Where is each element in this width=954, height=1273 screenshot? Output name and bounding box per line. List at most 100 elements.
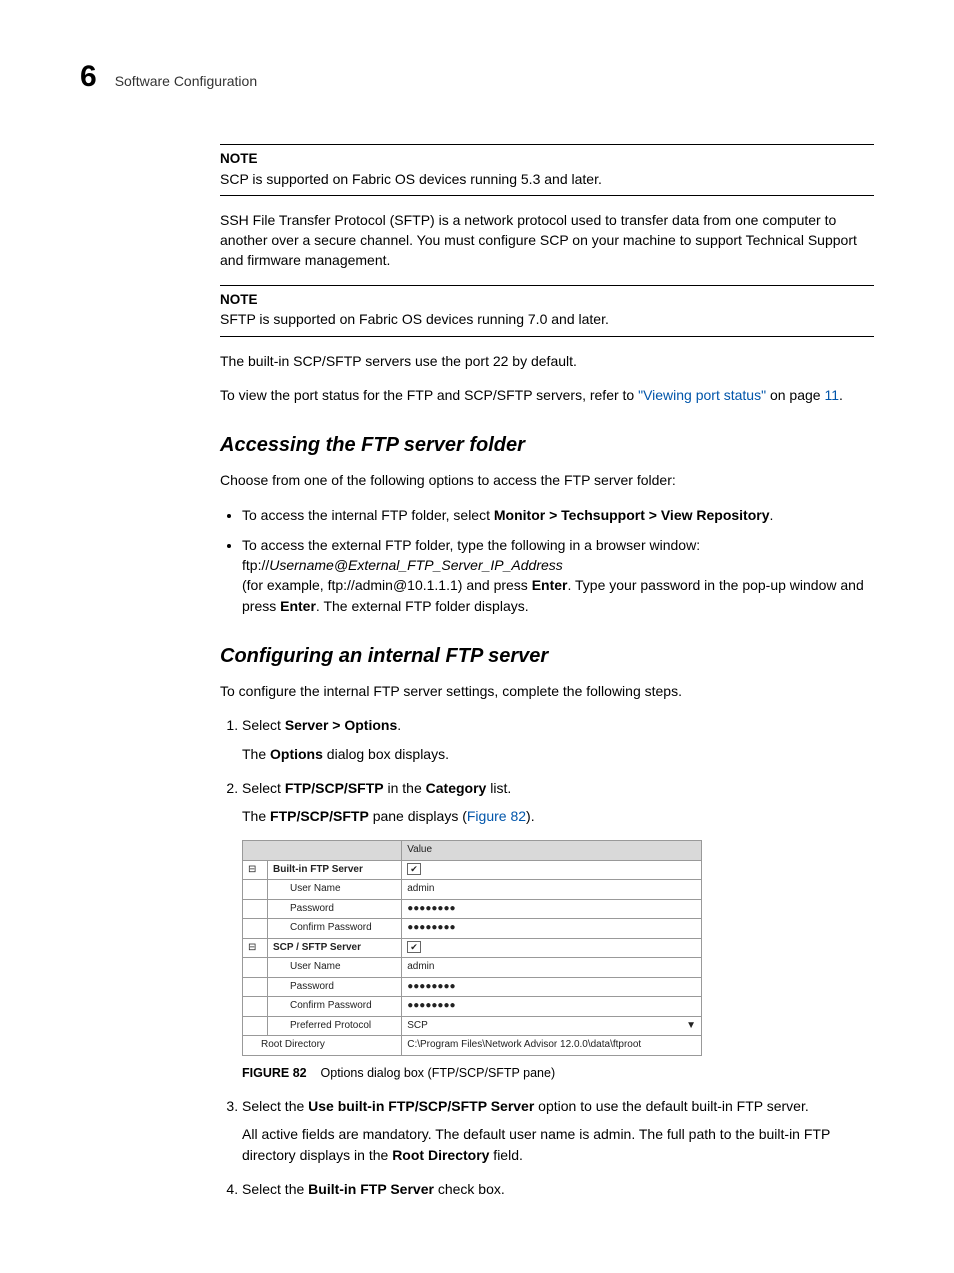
figure-title: Options dialog box (FTP/SCP/SFTP pane) <box>321 1066 556 1080</box>
blank <box>243 919 268 939</box>
group-checkbox[interactable]: ✔ <box>402 938 702 958</box>
text: Select the <box>242 1098 308 1114</box>
field-value[interactable]: ●●●●●●●● <box>402 899 702 919</box>
options-table: Value ⊟ Built-in FTP Server ✔ User Name … <box>242 840 702 1056</box>
field-label: Password <box>268 899 402 919</box>
step-1-sub: The Options dialog box displays. <box>242 744 874 764</box>
blank <box>243 958 268 978</box>
expander-icon[interactable]: ⊟ <box>243 860 268 880</box>
table-row: Password ●●●●●●●● <box>243 899 702 919</box>
text: Select <box>242 780 285 796</box>
group-label: Built-in FTP Server <box>268 860 402 880</box>
section1-intro: Choose from one of the following options… <box>220 470 874 490</box>
field-name: Root Directory <box>392 1147 489 1163</box>
field-label: Password <box>268 977 402 997</box>
text: All active fields are mandatory. The def… <box>242 1126 830 1162</box>
group-checkbox[interactable]: ✔ <box>402 860 702 880</box>
section2-intro: To configure the internal FTP server set… <box>220 681 874 701</box>
field-label: Preferred Protocol <box>268 1016 402 1036</box>
category-name: FTP/SCP/SFTP <box>285 780 384 796</box>
note-label-1: NOTE <box>220 144 874 169</box>
figure-number: FIGURE 82 <box>242 1066 307 1080</box>
expander-icon[interactable]: ⊟ <box>243 938 268 958</box>
step-2: Select FTP/SCP/SFTP in the Category list… <box>242 778 874 1082</box>
field-value[interactable]: ●●●●●●●● <box>402 997 702 1017</box>
menu-path: Server > Options <box>285 717 397 733</box>
blank <box>243 977 268 997</box>
text: dialog box displays. <box>323 746 449 762</box>
field-value[interactable]: admin <box>402 958 702 978</box>
checkmark-icon: ✔ <box>407 941 421 953</box>
text: on page <box>766 387 824 403</box>
list-item: To access the external FTP folder, type … <box>242 535 874 616</box>
field-value[interactable]: ●●●●●●●● <box>402 919 702 939</box>
dialog-name: Options <box>270 746 323 762</box>
table-row: Confirm Password ●●●●●●●● <box>243 997 702 1017</box>
table-row: Confirm Password ●●●●●●●● <box>243 919 702 939</box>
pane-name: FTP/SCP/SFTP <box>270 808 369 824</box>
field-label: User Name <box>268 880 402 900</box>
dropdown-value: SCP <box>407 1020 428 1031</box>
blank <box>243 997 268 1017</box>
key-enter: Enter <box>532 577 568 593</box>
heading-configuring-ftp: Configuring an internal FTP server <box>220 642 874 671</box>
list-name: Category <box>426 780 487 796</box>
figure-caption: FIGURE 82 Options dialog box (FTP/SCP/SF… <box>242 1064 874 1082</box>
blank <box>243 880 268 900</box>
list-item: To access the internal FTP folder, selec… <box>242 505 874 525</box>
steps-list: Select Server > Options. The Options dia… <box>220 715 874 1199</box>
step-4: Select the Built-in FTP Server check box… <box>242 1179 874 1199</box>
paragraph-sftp: SSH File Transfer Protocol (SFTP) is a n… <box>220 210 874 271</box>
field-label: User Name <box>268 958 402 978</box>
table-row: User Name admin <box>243 958 702 978</box>
step-2-sub: The FTP/SCP/SFTP pane displays (Figure 8… <box>242 806 874 826</box>
note-text-1: SCP is supported on Fabric OS devices ru… <box>220 169 874 196</box>
field-value[interactable]: ●●●●●●●● <box>402 977 702 997</box>
step-3-sub: All active fields are mandatory. The def… <box>242 1124 874 1165</box>
text: Select the <box>242 1181 308 1197</box>
table-row: Preferred Protocol SCP▼ <box>243 1016 702 1036</box>
chapter-title: Software Configuration <box>115 73 257 89</box>
option-name: Use built-in FTP/SCP/SFTP Server <box>308 1098 534 1114</box>
field-value: C:\Program Files\Network Advisor 12.0.0\… <box>402 1036 702 1056</box>
dropdown-preferred-protocol[interactable]: SCP▼ <box>402 1016 702 1036</box>
note-label-2: NOTE <box>220 285 874 310</box>
header-value: Value <box>402 841 702 861</box>
bullet-list-1: To access the internal FTP folder, selec… <box>220 505 874 616</box>
header-blank <box>243 841 402 861</box>
link-viewing-port-status[interactable]: "Viewing port status" <box>638 387 766 403</box>
checkbox-name: Built-in FTP Server <box>308 1181 434 1197</box>
field-label: Root Directory <box>243 1036 402 1056</box>
field-label: Confirm Password <box>268 919 402 939</box>
text: The <box>242 746 270 762</box>
text: option to use the default built-in FTP s… <box>534 1098 808 1114</box>
text: To view the port status for the FTP and … <box>220 387 638 403</box>
text: pane displays ( <box>369 808 467 824</box>
text: ). <box>526 808 535 824</box>
text: (for example, ftp://admin@10.1.1.1) and … <box>242 577 532 593</box>
paragraph-viewport: To view the port status for the FTP and … <box>220 385 874 405</box>
url-template: Username@External_FTP_Server_IP_Address <box>269 557 563 573</box>
figure-82: Value ⊟ Built-in FTP Server ✔ User Name … <box>242 840 874 1056</box>
chapter-number: 6 <box>80 60 97 94</box>
menu-path: Monitor > Techsupport > View Repository <box>494 507 770 523</box>
link-figure-82[interactable]: Figure 82 <box>467 808 526 824</box>
text: To access the internal FTP folder, selec… <box>242 507 494 523</box>
table-header-row: Value <box>243 841 702 861</box>
table-row: User Name admin <box>243 880 702 900</box>
checkmark-icon: ✔ <box>407 863 421 875</box>
group-row-scp: ⊟ SCP / SFTP Server ✔ <box>243 938 702 958</box>
note-text-2: SFTP is supported on Fabric OS devices r… <box>220 309 874 336</box>
table-row: Root Directory C:\Program Files\Network … <box>243 1036 702 1056</box>
field-value[interactable]: admin <box>402 880 702 900</box>
link-page-11[interactable]: 11 <box>824 387 839 403</box>
text: . <box>397 717 401 733</box>
blank <box>243 1016 268 1036</box>
text: in the <box>384 780 426 796</box>
text: The <box>242 808 270 824</box>
text: list. <box>486 780 511 796</box>
group-row-ftp: ⊟ Built-in FTP Server ✔ <box>243 860 702 880</box>
step-3: Select the Use built-in FTP/SCP/SFTP Ser… <box>242 1096 874 1165</box>
field-label: Confirm Password <box>268 997 402 1017</box>
text: Select <box>242 717 285 733</box>
